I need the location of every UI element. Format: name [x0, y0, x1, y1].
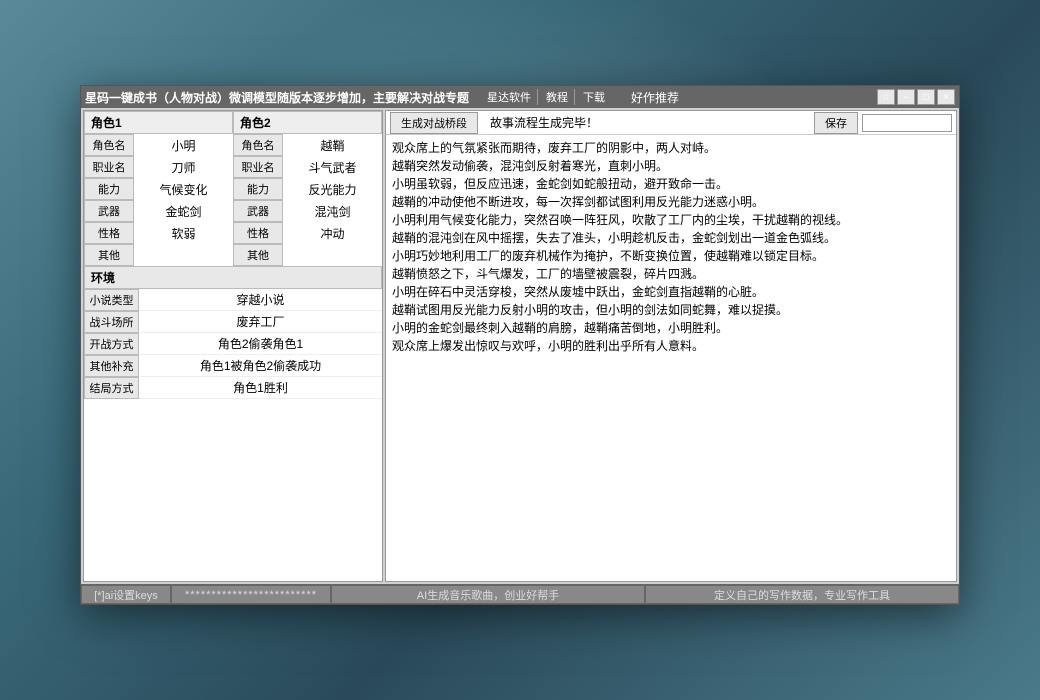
char2-other-label[interactable]: 其他 [233, 244, 283, 266]
char2-personality-label[interactable]: 性格 [233, 222, 283, 244]
footer: [*]ai设置keys ************************* AI… [81, 584, 959, 604]
link-software[interactable]: 星达软件 [481, 89, 538, 105]
env-battle-location-label[interactable]: 战斗场所 [84, 311, 139, 333]
char1-personality-label[interactable]: 性格 [84, 222, 134, 244]
char2-weapon-label[interactable]: 武器 [233, 200, 283, 222]
toolbar: 生成对战桥段 故事流程生成完毕！ 保存 [386, 111, 956, 135]
char2-weapon-value[interactable]: 混沌剑 [283, 200, 382, 222]
star-button[interactable]: ☆ [877, 89, 895, 105]
ai-music-button[interactable]: AI生成音乐歌曲，创业好帮手 [331, 585, 645, 604]
env-start-method-value[interactable]: 角色2偷袭角色1 [139, 333, 382, 355]
define-data-button[interactable]: 定义自己的写作数据，专业写作工具 [645, 585, 959, 604]
minimize-button[interactable]: – [897, 89, 915, 105]
story-textarea[interactable]: 观众席上的气氛紧张而期待，废弃工厂的阴影中，两人对峙。 越鞘突然发动偷袭，混沌剑… [386, 135, 956, 581]
maximize-button[interactable]: □ [917, 89, 935, 105]
char2-ability-label[interactable]: 能力 [233, 178, 283, 200]
character-grid: 角色1 角色名小明 职业名刀师 能力气候变化 武器金蛇剑 性格软弱 其他 角色2… [84, 111, 382, 266]
char1-ability-value[interactable]: 气候变化 [134, 178, 233, 200]
generate-button[interactable]: 生成对战桥段 [390, 112, 478, 134]
environment-header: 环境 [84, 266, 382, 289]
env-novel-type-value[interactable]: 穿越小说 [139, 289, 382, 311]
char1-name-label[interactable]: 角色名 [84, 134, 134, 156]
char1-other-value[interactable] [134, 244, 233, 266]
titlebar: 星码一键成书（人物对战）微调模型随版本逐步增加，主要解决对战专题 星达软件 教程… [81, 86, 959, 108]
link-download[interactable]: 下载 [577, 89, 611, 105]
character-2-column: 角色2 角色名越鞘 职业名斗气武者 能力反光能力 武器混沌剑 性格冲动 其他 [233, 111, 382, 266]
char1-header: 角色1 [84, 111, 233, 134]
env-start-method-label[interactable]: 开战方式 [84, 333, 139, 355]
env-ending-label[interactable]: 结局方式 [84, 377, 139, 399]
char1-name-value[interactable]: 小明 [134, 134, 233, 156]
char1-weapon-value[interactable]: 金蛇剑 [134, 200, 233, 222]
char2-personality-value[interactable]: 冲动 [283, 222, 382, 244]
char1-other-label[interactable]: 其他 [84, 244, 134, 266]
left-panel: 角色1 角色名小明 职业名刀师 能力气候变化 武器金蛇剑 性格软弱 其他 角色2… [83, 110, 383, 582]
char1-job-value[interactable]: 刀师 [134, 156, 233, 178]
env-other-label[interactable]: 其他补充 [84, 355, 139, 377]
char1-weapon-label[interactable]: 武器 [84, 200, 134, 222]
save-filename-input[interactable] [862, 114, 952, 132]
password-field[interactable]: ************************* [171, 585, 331, 604]
ai-keys-button[interactable]: [*]ai设置keys [81, 585, 171, 604]
env-ending-value[interactable]: 角色1胜利 [139, 377, 382, 399]
char2-ability-value[interactable]: 反光能力 [283, 178, 382, 200]
link-recommend[interactable]: 好作推荐 [631, 89, 679, 106]
right-panel: 生成对战桥段 故事流程生成完毕！ 保存 观众席上的气氛紧张而期待，废弃工厂的阴影… [385, 110, 957, 582]
character-1-column: 角色1 角色名小明 职业名刀师 能力气候变化 武器金蛇剑 性格软弱 其他 [84, 111, 233, 266]
char2-header: 角色2 [233, 111, 382, 134]
save-button[interactable]: 保存 [814, 112, 858, 134]
env-other-value[interactable]: 角色1被角色2偷袭成功 [139, 355, 382, 377]
status-text: 故事流程生成完毕！ [482, 114, 810, 131]
close-button[interactable]: × [937, 89, 955, 105]
env-novel-type-label[interactable]: 小说类型 [84, 289, 139, 311]
char2-other-value[interactable] [283, 244, 382, 266]
titlebar-links: 星达软件 教程 下载 [481, 89, 611, 105]
char1-personality-value[interactable]: 软弱 [134, 222, 233, 244]
window-title: 星码一键成书（人物对战）微调模型随版本逐步增加，主要解决对战专题 [85, 89, 469, 106]
char2-job-label[interactable]: 职业名 [233, 156, 283, 178]
char2-name-label[interactable]: 角色名 [233, 134, 283, 156]
char1-ability-label[interactable]: 能力 [84, 178, 134, 200]
char2-name-value[interactable]: 越鞘 [283, 134, 382, 156]
link-tutorial[interactable]: 教程 [540, 89, 575, 105]
char2-job-value[interactable]: 斗气武者 [283, 156, 382, 178]
app-window: 星码一键成书（人物对战）微调模型随版本逐步增加，主要解决对战专题 星达软件 教程… [80, 85, 960, 605]
char1-job-label[interactable]: 职业名 [84, 156, 134, 178]
env-battle-location-value[interactable]: 废弃工厂 [139, 311, 382, 333]
